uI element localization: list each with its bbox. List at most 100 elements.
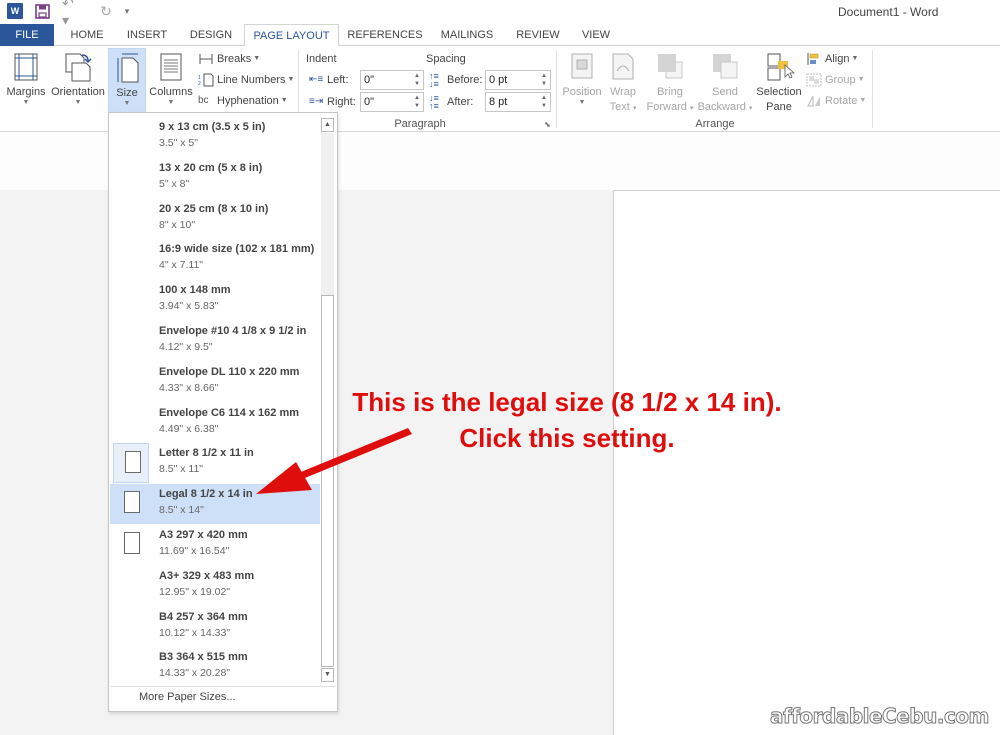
rotate-button[interactable]: Rotate ▼ bbox=[806, 91, 866, 111]
paper-size-item[interactable]: Envelope #10 4 1/8 x 9 1/2 in 4.12" x 9.5… bbox=[110, 321, 320, 361]
size-button[interactable]: Size ▼ bbox=[108, 48, 146, 114]
position-button[interactable]: Position ▼ bbox=[560, 48, 604, 112]
breaks-icon bbox=[198, 52, 214, 66]
scroll-down-icon[interactable]: ▼ bbox=[321, 668, 334, 682]
hyphenation-button[interactable]: bc Hyphenation ▼ bbox=[198, 91, 288, 111]
annotation-line-2: Click this setting. bbox=[459, 423, 675, 453]
paper-thumbnail bbox=[113, 443, 149, 484]
tab-home[interactable]: HOME bbox=[60, 24, 114, 46]
paper-size-item[interactable]: Legal 8 1/2 x 14 in 8.5" x 14" bbox=[110, 484, 320, 525]
paper-size-item[interactable]: Envelope DL 110 x 220 mm 4.33" x 8.66" bbox=[110, 362, 320, 402]
spacing-after-input[interactable]: 8 pt ▲ ▼ bbox=[485, 92, 551, 112]
group-icon bbox=[806, 73, 822, 87]
indent-right-icon: ≡⇥ bbox=[309, 96, 324, 107]
paper-size-name: 9 x 13 cm (3.5 x 5 in) bbox=[159, 121, 266, 133]
indent-right-input[interactable]: 0" ▲ ▼ bbox=[360, 92, 424, 112]
selection-pane-icon bbox=[763, 51, 796, 83]
paper-size-name: B3 364 x 515 mm bbox=[159, 651, 248, 664]
paper-size-dimensions: 8" x 10" bbox=[159, 218, 196, 231]
breaks-label: Breaks bbox=[217, 53, 252, 65]
paper-size-item[interactable]: 16:9 wide size (102 x 181 mm) 4" x 7.11" bbox=[110, 239, 320, 279]
indent-left-input[interactable]: 0" ▲ ▼ bbox=[360, 70, 424, 90]
paper-size-name: Envelope #10 4 1/8 x 9 1/2 in bbox=[159, 325, 307, 337]
tab-references[interactable]: REFERENCES bbox=[345, 24, 425, 46]
indent-heading: Indent bbox=[306, 53, 337, 65]
tab-page-layout[interactable]: PAGE LAYOUT bbox=[244, 24, 339, 47]
tab-insert[interactable]: INSERT bbox=[120, 24, 174, 46]
paper-size-item[interactable]: 9 x 13 cm (3.5 x 5 in) 3.5" x 5" bbox=[110, 117, 320, 157]
line-numbers-label: Line Numbers bbox=[217, 74, 286, 86]
paper-size-item[interactable]: B3 364 x 515 mm 14.33" x 20.28" bbox=[110, 647, 320, 685]
chevron-down-icon: ▼ bbox=[857, 76, 865, 83]
window-title: Document1 - Word bbox=[838, 5, 939, 19]
paper-size-item[interactable]: B4 257 x 364 mm 10.12" x 14.33" bbox=[110, 607, 320, 647]
margins-button[interactable]: Margins ▼ bbox=[4, 48, 48, 112]
spin-arrows-icon[interactable]: ▲ ▼ bbox=[540, 72, 548, 88]
wrap-text-button[interactable]: Wrap Text ▾ bbox=[604, 48, 642, 113]
size-dropdown-menu: 9 x 13 cm (3.5 x 5 in) 3.5" x 5" 13 x 20 c… bbox=[108, 112, 338, 712]
tab-file[interactable]: FILE bbox=[0, 24, 54, 46]
undo-icon[interactable]: ↶ ▾ bbox=[62, 0, 84, 28]
breaks-button[interactable]: Breaks ▼ bbox=[198, 49, 260, 69]
align-button[interactable]: Align ▼ bbox=[806, 49, 858, 69]
margins-label: Margins bbox=[6, 86, 46, 98]
margins-icon bbox=[10, 51, 42, 83]
line-numbers-button[interactable]: 12 Line Numbers ▼ bbox=[198, 70, 294, 90]
spacing-before-input[interactable]: 0 pt ▲ ▼ bbox=[485, 70, 551, 90]
paper-thumbnail bbox=[113, 484, 149, 524]
size-label: Size bbox=[116, 87, 138, 99]
more-paper-sizes-item[interactable]: More Paper Sizes... bbox=[139, 691, 236, 703]
selection-pane-button[interactable]: Selection Pane bbox=[754, 48, 804, 113]
document-page[interactable] bbox=[613, 190, 1000, 735]
paper-size-item[interactable]: A3+ 329 x 483 mm 12.95" x 19.02" bbox=[110, 566, 320, 606]
paper-size-dimensions: 8.5" x 14" bbox=[159, 504, 204, 517]
customize-quick-access-icon[interactable]: ▾ bbox=[122, 3, 132, 20]
spin-arrows-icon[interactable]: ▲ ▼ bbox=[413, 94, 421, 110]
chevron-down-icon: ▼ bbox=[851, 55, 859, 62]
paper-size-dimensions: 3.94" x 5.83" bbox=[159, 300, 219, 313]
paper-size-item[interactable]: 13 x 20 cm (5 x 8 in) 5" x 8" bbox=[110, 158, 320, 198]
scrollbar-thumb[interactable] bbox=[321, 295, 334, 667]
hyphenation-icon: bc bbox=[198, 95, 209, 106]
paper-size-item[interactable]: Letter 8 1/2 x 11 in 8.5" x 11" bbox=[110, 443, 320, 484]
ribbon-tabs: FILE HOME INSERT DESIGN PAGE LAYOUT REFE… bbox=[0, 24, 1000, 47]
word-app-icon[interactable]: W bbox=[7, 3, 23, 19]
bring-forward-button[interactable]: Bring Forward ▾ bbox=[644, 48, 696, 113]
chevron-down-icon: ▼ bbox=[253, 55, 261, 62]
tab-view[interactable]: VIEW bbox=[576, 24, 616, 46]
paper-size-item[interactable]: Envelope C6 114 x 162 mm 4.49" x 6.38" bbox=[110, 403, 320, 443]
indent-left-icon: ⇤≡ bbox=[309, 74, 324, 85]
paper-size-dimensions: 4.33" x 8.66" bbox=[159, 381, 219, 394]
dialog-launcher-icon[interactable]: ⬊ bbox=[544, 120, 551, 129]
align-label: Align bbox=[825, 53, 850, 65]
send-backward-button[interactable]: Send Backward ▾ bbox=[696, 48, 754, 113]
paper-size-item[interactable]: A3 297 x 420 mm 11.69" x 16.54" bbox=[110, 525, 320, 565]
selection-pane-label: Selection Pane bbox=[756, 86, 802, 113]
send-backward-icon bbox=[709, 51, 741, 83]
group-divider bbox=[872, 50, 873, 128]
tab-review[interactable]: REVIEW bbox=[512, 24, 564, 46]
orientation-icon bbox=[62, 51, 94, 83]
spin-arrows-icon[interactable]: ▲ ▼ bbox=[540, 94, 548, 110]
redo-icon[interactable]: ↻ bbox=[98, 3, 114, 20]
send-backward-label: Send Backward ▾ bbox=[697, 86, 753, 113]
paper-size-item[interactable]: 20 x 25 cm (8 x 10 in) 8" x 10" bbox=[110, 199, 320, 239]
spacing-after-value: 8 pt bbox=[489, 96, 508, 108]
columns-button[interactable]: Columns ▼ bbox=[148, 48, 194, 112]
spacing-before-icon: ↑≡ ↓≡ bbox=[429, 71, 439, 89]
orientation-label: Orientation bbox=[51, 86, 105, 98]
paper-size-item[interactable]: 100 x 148 mm 3.94" x 5.83" bbox=[110, 280, 320, 320]
scroll-up-icon[interactable]: ▲ bbox=[321, 118, 334, 132]
tab-design[interactable]: DESIGN bbox=[182, 24, 240, 46]
orientation-button[interactable]: Orientation ▼ bbox=[49, 48, 107, 112]
paper-size-dimensions: 11.69" x 16.54" bbox=[159, 545, 230, 557]
paper-size-name: Legal 8 1/2 x 14 in bbox=[159, 488, 253, 501]
save-icon[interactable] bbox=[35, 3, 50, 20]
spin-arrows-icon[interactable]: ▲ ▼ bbox=[413, 72, 421, 88]
rotate-label: Rotate bbox=[825, 95, 858, 107]
tab-mailings[interactable]: MAILINGS bbox=[435, 24, 499, 46]
title-bar: W ↶ ▾ ↻ ▾ Document1 - Word bbox=[0, 0, 1000, 28]
indent-right-label: Right: bbox=[327, 96, 356, 108]
group-button[interactable]: Group ▼ bbox=[806, 70, 865, 90]
paper-size-dimensions: 14.33" x 20.28" bbox=[159, 667, 231, 680]
